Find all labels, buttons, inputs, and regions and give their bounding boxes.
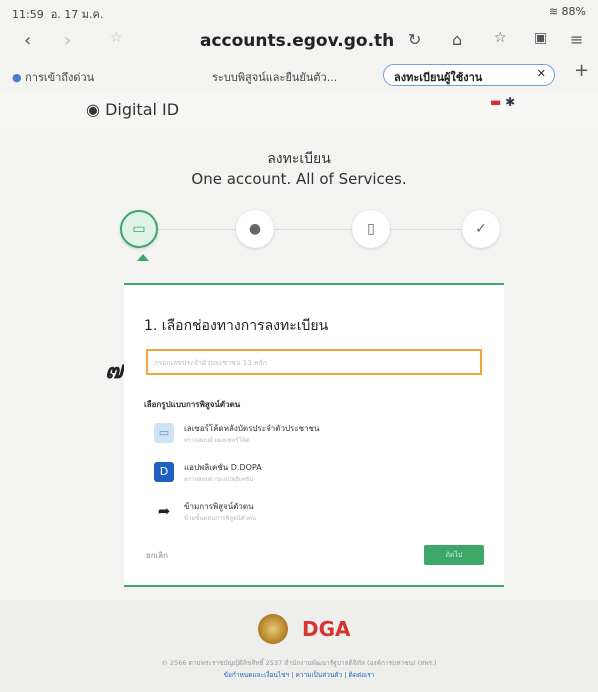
- uk-flag-icon: ✱: [505, 95, 516, 109]
- page-title: ลงทะเบียน: [267, 151, 331, 167]
- step-card-icon: ▭: [120, 210, 158, 248]
- government-seal-icon: [258, 614, 288, 644]
- d-dopa-icon: D: [154, 462, 174, 482]
- language-flags[interactable]: ▬ ✱: [490, 95, 515, 109]
- options-title: เลือกรูปแบบการพิสูจน์ตัวตน: [144, 400, 241, 409]
- forward-icon[interactable]: ›: [64, 30, 71, 51]
- status-bar: 11:59 อ. 17 ม.ค. ≋ 88%: [0, 0, 598, 24]
- page-subtitle: One account. All of Services.: [191, 170, 407, 188]
- tab-identity[interactable]: ระบบพิสูจน์และยืนยันตัว...: [212, 64, 337, 90]
- option-sub: ตรวจสอบผ่านแอปพลิเคชัน: [184, 476, 254, 483]
- option-laser-code[interactable]: ▭ เลเซอร์โค้ดหลังบัตรประจำตัวประชาชน ตรว…: [154, 419, 474, 449]
- option-label: ข้ามการพิสูจน์ตัวตน: [184, 502, 254, 511]
- next-button[interactable]: ถัดไป: [424, 545, 484, 565]
- home-icon[interactable]: ⌂: [452, 30, 462, 49]
- registration-card: 1. เลือกช่องทางการลงทะเบียน กรอกเลขประจำ…: [124, 283, 504, 587]
- id-card-icon: ▭: [154, 423, 174, 443]
- bookmarks-icon[interactable]: ☆: [494, 30, 507, 46]
- wifi-icon: ≋: [548, 5, 559, 18]
- section-title: 1. เลือกช่องทางการลงทะเบียน: [144, 318, 329, 334]
- fingerprint-icon: ◉: [86, 100, 100, 119]
- menu-icon[interactable]: ≡: [570, 30, 583, 49]
- close-icon[interactable]: ✕: [537, 67, 546, 80]
- option-sub: ข้ามขั้นตอนการพิสูจน์ตัวตน: [184, 515, 256, 522]
- shield-icon: ●: [12, 71, 22, 84]
- option-label: แอปพลิเคชัน D.DOPA: [184, 463, 262, 472]
- site-footer: DGA © 2566 ตามพระราชบัญญัติลิขสิทธิ์ 253…: [0, 600, 598, 692]
- step-user-icon: ●: [236, 210, 274, 248]
- browser-toolbar: ‹ › ☆ accounts.egov.go.th ↻ ⌂ ☆ ▣ ≡: [0, 24, 598, 60]
- step-phone-icon: ▯: [352, 210, 390, 248]
- battery-indicator: ≋ 88%: [548, 5, 586, 18]
- status-time-date: 11:59 อ. 17 ม.ค.: [12, 8, 104, 21]
- tab-quick-access[interactable]: ● การเข้าถึงด่วน: [12, 64, 94, 90]
- tabs-icon[interactable]: ▣: [534, 30, 547, 46]
- option-d-dopa[interactable]: D แอปพลิเคชัน D.DOPA ตรวจสอบผ่านแอปพลิเค…: [154, 458, 474, 488]
- cancel-button[interactable]: ยกเลิก: [146, 549, 168, 562]
- digital-id-logo[interactable]: ◉ Digital ID: [86, 100, 179, 119]
- step-check-icon: ✓: [462, 210, 500, 248]
- citizen-id-input[interactable]: กรอกเลขประจำตัวประชาชน 13 หลัก: [146, 349, 482, 375]
- active-step-caret: [137, 254, 149, 261]
- option-label: เลเซอร์โค้ดหลังบัตรประจำตัวประชาชน: [184, 424, 320, 433]
- back-icon[interactable]: ‹: [24, 30, 31, 51]
- address-bar[interactable]: accounts.egov.go.th: [200, 31, 394, 51]
- skip-arrow-icon: ➦: [157, 502, 171, 520]
- copyright-text: © 2566 ตามพระราชบัญญัติลิขสิทธิ์ 2537 สำ…: [161, 659, 437, 667]
- star-icon[interactable]: ☆: [110, 30, 123, 46]
- tab-bar: ● การเข้าถึงด่วน ระบบพิสูจน์และยืนยันตัว…: [0, 60, 598, 90]
- thai-flag-icon: ▬: [490, 95, 502, 109]
- option-sub: ตรวจสอบด้วยเลเซอร์โค้ด: [184, 437, 250, 444]
- dga-logo: DGA: [302, 617, 351, 641]
- site-header: ◉ Digital ID ▬ ✱: [0, 92, 598, 128]
- tab-register[interactable]: ลงทะเบียนผู้ใช้งาน ✕: [383, 64, 555, 86]
- new-tab-icon[interactable]: +: [574, 60, 589, 81]
- step-indicator: ▭ ● ▯ ✓: [120, 210, 500, 250]
- reload-icon[interactable]: ↻: [408, 30, 421, 49]
- option-skip[interactable]: ➦ ข้ามการพิสูจน์ตัวตน ข้ามขั้นตอนการพิสู…: [154, 497, 474, 527]
- footer-links[interactable]: ข้อกำหนดและเงื่อนไขฯ | ความเป็นส่วนตัว |…: [0, 670, 598, 680]
- step-line: [140, 229, 480, 230]
